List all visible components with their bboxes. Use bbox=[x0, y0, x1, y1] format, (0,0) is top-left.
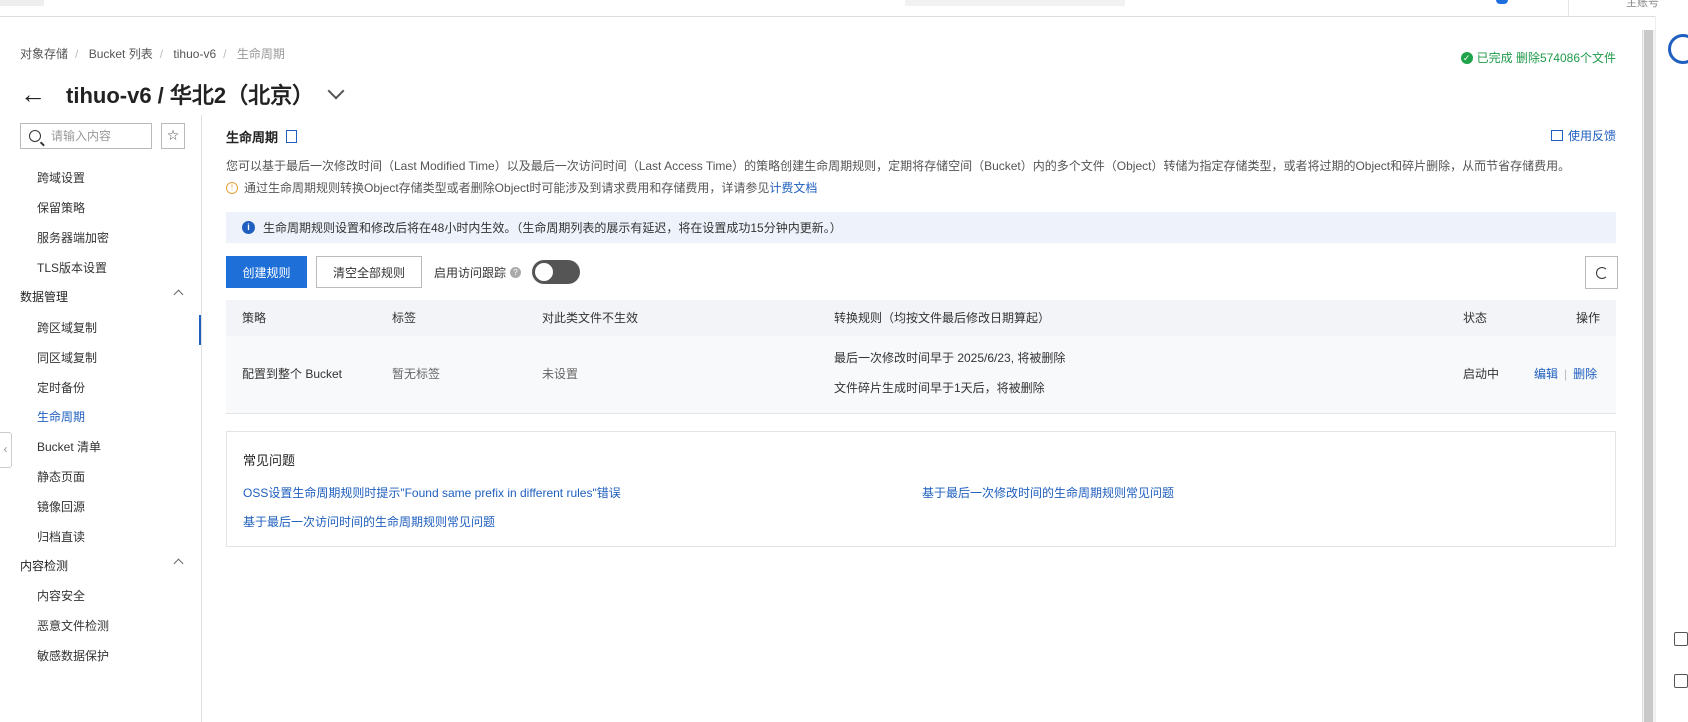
lifecycle-rules-table: 策略 标签 对此类文件不生效 转换规则（均按文件最后修改日期算起） 状态 操作 … bbox=[226, 300, 1616, 414]
notification-icon[interactable] bbox=[1496, 0, 1508, 4]
info-banner: i 生命周期规则设置和修改后将在48小时内生效。（生命周期列表的展示有延迟，将在… bbox=[226, 212, 1616, 243]
access-tracking-toggle[interactable] bbox=[532, 260, 580, 284]
section-title: 生命周期 bbox=[226, 127, 298, 146]
table-header: 策略 标签 对此类文件不生效 转换规则（均按文件最后修改日期算起） 状态 操作 bbox=[226, 300, 1616, 336]
row-tags: 暂无标签 bbox=[392, 367, 441, 381]
breadcrumb: 对象存储 / Bucket 列表 / tihuo-v6/ 生命周期 bbox=[20, 47, 285, 61]
delete-rule-link[interactable]: 删除 bbox=[1573, 367, 1597, 381]
row-policy: 配置到整个 Bucket bbox=[242, 367, 343, 381]
rule-delete-by-date: 最后一次修改时间早于 2025/6/23, 将被删除 bbox=[834, 351, 1066, 365]
breadcrumb-item-bucket[interactable]: tihuo-v6 bbox=[173, 47, 216, 61]
section-description: 您可以基于最后一次修改时间（Last Modified Time）以及最后一次访… bbox=[226, 159, 1571, 173]
col-status: 状态 bbox=[1463, 311, 1488, 325]
faq-panel: 常见问题 OSS设置生命周期规则时提示"Found same prefix in… bbox=[226, 431, 1616, 547]
sidebar-item-retention[interactable]: 保留策略 bbox=[37, 199, 85, 216]
faq-link-last-access[interactable]: 基于最后一次访问时间的生命周期规则常见问题 bbox=[243, 513, 495, 530]
warning-text: 通过生命周期规则转换Object存储类型或者删除Object时可能涉及到请求费用… bbox=[244, 181, 770, 195]
rule-delete-fragments: 文件碎片生成时间早于1天后，将被删除 bbox=[834, 381, 1045, 395]
access-tracking-text: 启用访问跟踪 bbox=[434, 266, 507, 280]
sidebar-item-cross-region[interactable]: 跨区域复制 bbox=[37, 319, 97, 336]
sidebar-group-content-detection[interactable]: 内容检测 bbox=[20, 557, 190, 574]
right-toolbar bbox=[1655, 16, 1688, 722]
cart-icon[interactable] bbox=[1674, 632, 1688, 646]
faq-link-same-prefix[interactable]: OSS设置生命周期规则时提示"Found same prefix in diff… bbox=[243, 484, 621, 501]
col-tags: 标签 bbox=[392, 311, 417, 325]
star-icon[interactable]: ☆ bbox=[161, 123, 185, 149]
sidebar-collapse-handle[interactable]: ‹ bbox=[0, 432, 12, 468]
col-exclude: 对此类文件不生效 bbox=[542, 311, 639, 325]
sidebar-search-input[interactable] bbox=[49, 128, 143, 144]
page-scrollbar-thumb[interactable] bbox=[1644, 30, 1653, 722]
clear-all-rules-button[interactable]: 清空全部规则 bbox=[316, 256, 422, 288]
feedback-text: 使用反馈 bbox=[1567, 129, 1616, 143]
refresh-button[interactable] bbox=[1585, 256, 1618, 289]
refresh-icon bbox=[1595, 266, 1608, 279]
faq-title: 常见问题 bbox=[243, 453, 296, 468]
account-label[interactable]: 主账号 bbox=[1626, 0, 1659, 10]
row-exclude: 未设置 bbox=[542, 367, 579, 381]
toggle-knob bbox=[535, 263, 553, 281]
help-icon[interactable]: ? bbox=[510, 267, 522, 278]
sidebar-item-mirror[interactable]: 镜像回源 bbox=[37, 498, 85, 515]
row-actions: 编辑 | 删除 bbox=[1534, 367, 1598, 381]
row-status: 启动中 bbox=[1463, 367, 1500, 381]
breadcrumb-item-bucket-list[interactable]: Bucket 列表 bbox=[89, 47, 153, 61]
sidebar-item-lifecycle[interactable]: 生命周期 bbox=[37, 408, 85, 425]
edit-rule-link[interactable]: 编辑 bbox=[1534, 367, 1558, 381]
topbar-left-block[interactable] bbox=[0, 0, 44, 6]
sidebar-item-encryption[interactable]: 服务器端加密 bbox=[37, 229, 109, 246]
chevron-up-icon bbox=[173, 289, 184, 300]
sidebar-group-data-management[interactable]: 数据管理 bbox=[20, 288, 190, 305]
feedback-icon bbox=[1550, 130, 1563, 141]
info-icon: i bbox=[242, 221, 255, 234]
search-icon bbox=[29, 130, 41, 142]
sidebar-item-malware[interactable]: 恶意文件检测 bbox=[37, 617, 109, 634]
sidebar-item-static-page[interactable]: 静态页面 bbox=[37, 468, 85, 485]
top-navbar: 主账号 bbox=[0, 0, 1688, 17]
access-tracking-label: 启用访问跟踪 ? bbox=[434, 264, 522, 281]
chevron-down-icon[interactable] bbox=[327, 82, 345, 100]
col-policy: 策略 bbox=[242, 311, 267, 325]
sidebar: ☆ 跨域设置 保留策略 服务器端加密 TLS版本设置 数据管理 跨区域复制 同区… bbox=[0, 115, 202, 722]
col-actions: 操作 bbox=[1576, 311, 1601, 325]
sidebar-item-backup[interactable]: 定时备份 bbox=[37, 379, 85, 396]
edit-icon[interactable] bbox=[1674, 674, 1688, 688]
sidebar-search bbox=[20, 123, 152, 149]
create-rule-button[interactable]: 创建规则 bbox=[226, 256, 307, 288]
chevron-up-icon bbox=[173, 558, 184, 569]
table-row: 配置到整个 Bucket 暂无标签 未设置 最后一次修改时间早于 2025/6/… bbox=[226, 336, 1616, 414]
back-arrow-icon[interactable]: ← bbox=[20, 81, 46, 107]
task-status-text: 已完成 删除574086个文件 bbox=[1476, 51, 1616, 65]
sidebar-group-label: 内容检测 bbox=[20, 559, 69, 573]
section-title-text: 生命周期 bbox=[226, 130, 279, 145]
sidebar-item-content-security[interactable]: 内容安全 bbox=[37, 587, 85, 604]
topbar-search-area[interactable] bbox=[905, 0, 1125, 6]
page-title: tihuo-v6 / 华北2（北京） bbox=[66, 83, 315, 108]
sidebar-item-tls[interactable]: TLS版本设置 bbox=[37, 259, 107, 276]
page-header: ← tihuo-v6 / 华北2（北京） bbox=[20, 78, 345, 110]
task-status[interactable]: ✓ 已完成 删除574086个文件 bbox=[1460, 49, 1616, 66]
sidebar-item-sensitive-data[interactable]: 敏感数据保护 bbox=[37, 647, 109, 664]
sidebar-item-same-region[interactable]: 同区域复制 bbox=[37, 349, 97, 366]
feedback-link[interactable]: 使用反馈 bbox=[1550, 127, 1616, 144]
breadcrumb-item-current: 生命周期 bbox=[236, 47, 285, 61]
col-rules: 转换规则（均按文件最后修改日期算起） bbox=[834, 311, 1051, 325]
document-icon[interactable] bbox=[286, 130, 298, 143]
breadcrumb-item-oss[interactable]: 对象存储 bbox=[20, 47, 68, 61]
sidebar-item-cors[interactable]: 跨域设置 bbox=[37, 169, 85, 186]
billing-doc-link[interactable]: 计费文档 bbox=[769, 181, 817, 195]
billing-warning: ! 通过生命周期规则转换Object存储类型或者删除Object时可能涉及到请求… bbox=[226, 179, 817, 196]
info-text: 生命周期规则设置和修改后将在48小时内生效。（生命周期列表的展示有延迟，将在设置… bbox=[263, 221, 842, 235]
faq-link-last-modified[interactable]: 基于最后一次修改时间的生命周期规则常见问题 bbox=[922, 484, 1174, 501]
check-circle-icon: ✓ bbox=[1460, 51, 1473, 64]
sidebar-active-indicator bbox=[199, 315, 201, 345]
topbar-divider bbox=[1568, 0, 1569, 16]
sidebar-item-archive[interactable]: 归档直读 bbox=[37, 528, 85, 545]
warning-icon: ! bbox=[226, 181, 238, 194]
row-rules: 最后一次修改时间早于 2025/6/23, 将被删除 文件碎片生成时间早于1天后… bbox=[834, 350, 1065, 410]
sidebar-item-inventory[interactable]: Bucket 清单 bbox=[37, 438, 101, 455]
sidebar-group-label: 数据管理 bbox=[20, 290, 69, 304]
